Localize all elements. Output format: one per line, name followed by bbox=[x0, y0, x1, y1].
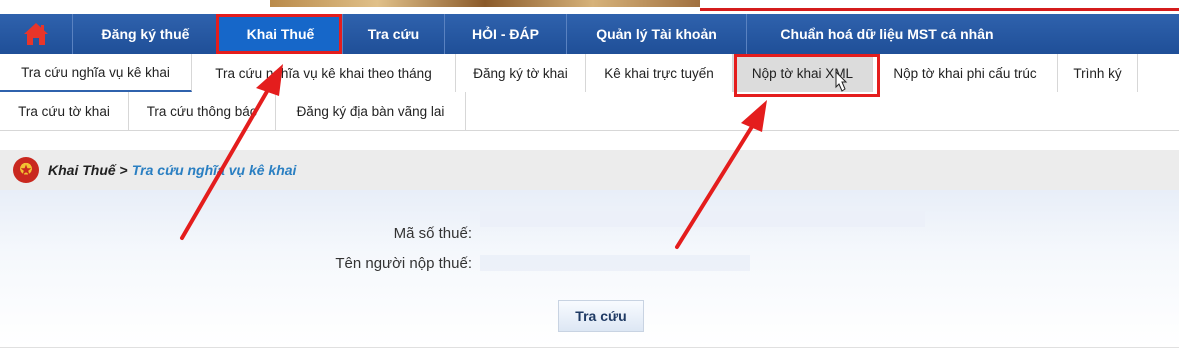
tax-code-value bbox=[480, 211, 925, 227]
taxpayer-name-label: Tên người nộp thuế: bbox=[335, 255, 472, 272]
sub-ke-khai-truc-tuyen[interactable]: Kê khai trực tuyến bbox=[586, 54, 733, 92]
star-icon bbox=[20, 164, 32, 175]
sub-navigation-row-2: Tra cứu tờ khai Tra cứu thông báo Đăng k… bbox=[0, 92, 1179, 131]
sub-tra-cuu-to-khai[interactable]: Tra cứu tờ khai bbox=[0, 92, 129, 130]
nav-chuan-hoa-du-lieu[interactable]: Chuẩn hoá dữ liệu MST cá nhân bbox=[747, 14, 1027, 54]
header-banner bbox=[0, 0, 1179, 14]
sub-dang-ky-dia-ban-vang-lai[interactable]: Đăng ký địa bàn vãng lai bbox=[276, 92, 466, 130]
form-divider bbox=[0, 347, 1179, 348]
nav-dang-ky-thue[interactable]: Đăng ký thuế bbox=[73, 14, 219, 54]
banner-image bbox=[270, 0, 700, 7]
home-button[interactable] bbox=[0, 14, 73, 54]
nav-hoi-dap[interactable]: HỎI - ĐÁP bbox=[445, 14, 567, 54]
sub-tra-cuu-nghia-vu-theo-thang[interactable]: Tra cứu nghĩa vụ kê khai theo tháng bbox=[192, 54, 456, 92]
sub-tra-cuu-thong-bao[interactable]: Tra cứu thông báo bbox=[129, 92, 276, 130]
sub-tra-cuu-nghia-vu-ke-khai[interactable]: Tra cứu nghĩa vụ kê khai bbox=[0, 54, 192, 92]
home-icon bbox=[24, 23, 48, 45]
breadcrumb: Khai Thuế > Tra cứu nghĩa vụ kê khai bbox=[0, 150, 1179, 190]
banner-red-line bbox=[700, 8, 1179, 11]
sub-trinh-ky[interactable]: Trình ký bbox=[1058, 54, 1138, 92]
breadcrumb-current: Tra cứu nghĩa vụ kê khai bbox=[131, 162, 297, 178]
taxpayer-name-value bbox=[480, 255, 750, 271]
sub-dang-ky-to-khai[interactable]: Đăng ký tờ khai bbox=[456, 54, 586, 92]
national-emblem-icon bbox=[13, 157, 39, 183]
nav-quan-ly-tai-khoan[interactable]: Quản lý Tài khoản bbox=[567, 14, 747, 54]
nav-khai-thue[interactable]: Khai Thuế bbox=[219, 14, 343, 54]
nav-tra-cuu[interactable]: Tra cứu bbox=[343, 14, 445, 54]
sub-navigation-row-1: Tra cứu nghĩa vụ kê khai Tra cứu nghĩa v… bbox=[0, 54, 1179, 93]
sub-nop-to-khai-phi-cau-truc[interactable]: Nộp tờ khai phi cấu trúc bbox=[873, 54, 1058, 92]
sub-nop-to-khai-xml[interactable]: Nộp tờ khai XML bbox=[733, 54, 873, 92]
breadcrumb-separator: > bbox=[119, 162, 128, 178]
search-button[interactable]: Tra cứu bbox=[558, 300, 644, 332]
tax-code-label: Mã số thuế: bbox=[393, 225, 472, 242]
breadcrumb-root[interactable]: Khai Thuế bbox=[48, 162, 116, 178]
top-navigation: Đăng ký thuế Khai Thuế Tra cứu HỎI - ĐÁP… bbox=[0, 14, 1179, 54]
